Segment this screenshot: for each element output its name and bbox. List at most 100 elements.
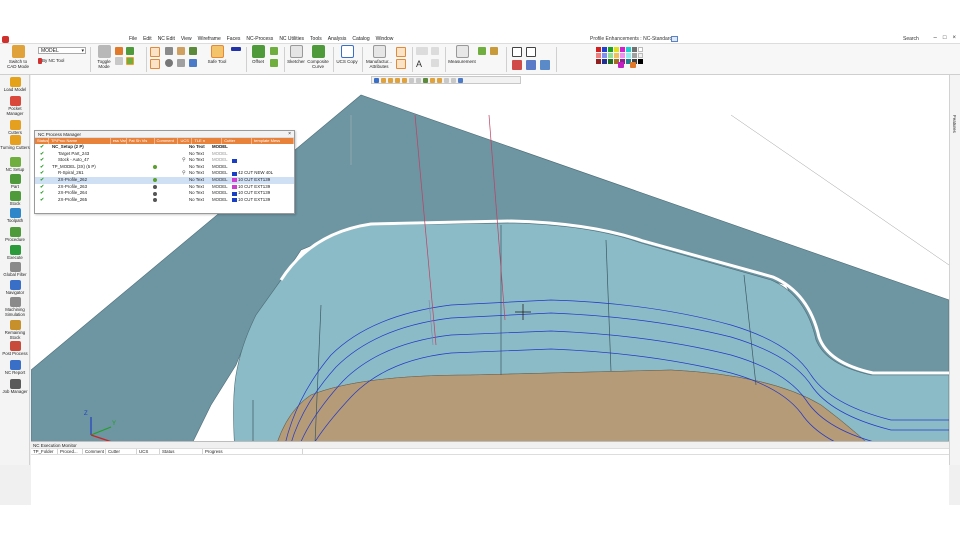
table-row[interactable]: ✔ Stock - Auto_47 ⚲ No Text MODEL	[35, 157, 294, 164]
frame-icon[interactable]	[150, 59, 160, 69]
view-fit-icon[interactable]	[416, 77, 421, 83]
analysis-icon[interactable]	[478, 47, 486, 55]
toolpath-button[interactable]: Toolpath	[0, 208, 30, 224]
minimize-button[interactable]: –	[934, 35, 937, 41]
table-row[interactable]: ✔ 2X-Profile_265 No Text MODEL 10 CUT EX…	[35, 197, 294, 204]
edit-icon[interactable]	[126, 47, 134, 55]
view-rotate-icon[interactable]	[374, 77, 379, 83]
manufacturing-attributes-button[interactable]: Manufactur... Attributes	[364, 45, 394, 69]
nc-process-manager-panel[interactable]: NC Process Manager × Status TP/Proc Name…	[34, 130, 295, 214]
view-wire-icon[interactable]	[451, 77, 456, 83]
switch-cad-mode-button[interactable]: Switch to CAD Mode	[4, 45, 32, 69]
column-header[interactable]: Cutter	[106, 449, 137, 454]
view-front-icon[interactable]	[381, 77, 386, 83]
view-display-icon[interactable]	[437, 77, 442, 83]
model-info-icon[interactable]	[490, 47, 498, 55]
view-top-icon[interactable]	[388, 77, 393, 83]
table-row-selected[interactable]: ✔ 2X-Profile_262 No Text MODEL 10 CUT EX…	[35, 176, 294, 184]
navigator-button[interactable]: Navigator	[0, 280, 30, 296]
model-select[interactable]: MODEL ▾	[38, 47, 86, 54]
menu-file[interactable]: File	[126, 36, 140, 42]
view-icon[interactable]	[512, 60, 522, 70]
info-icon[interactable]	[165, 59, 173, 67]
column-header[interactable]: Status	[160, 449, 203, 454]
column-header[interactable]: Proced...	[58, 449, 83, 454]
text-icon[interactable]: A	[416, 59, 426, 69]
nc-report-button[interactable]: NC Report	[0, 360, 30, 376]
job-manager-button[interactable]: Job Manager	[0, 379, 30, 395]
global-filter-button[interactable]: Global Filter	[0, 262, 30, 278]
maximize-button[interactable]: □	[943, 35, 947, 41]
filter-icon[interactable]	[115, 47, 123, 55]
attribute-filter-icon[interactable]	[396, 47, 406, 57]
composite-curve-button[interactable]: Composite Curve	[306, 45, 330, 69]
nc-execution-monitor-panel[interactable]: NC Execution Monitor TP_Folder Proced...…	[31, 441, 949, 505]
app-logo-icon[interactable]	[2, 35, 9, 43]
menu-view[interactable]: View	[178, 36, 195, 42]
sketcher-button[interactable]: Sketcher	[286, 45, 306, 64]
part-button[interactable]: Part	[0, 174, 30, 190]
attribute-edit-icon[interactable]	[396, 59, 406, 69]
menu-analysis[interactable]: Analysis	[325, 36, 350, 42]
view-hide-icon[interactable]	[444, 77, 449, 83]
machining-simulation-button[interactable]: Machining Simulation	[0, 297, 30, 317]
window-mode-icon[interactable]	[671, 36, 678, 42]
table-row[interactable]: ✔ R-Spiral_261 ⚲ No Text MODEL 42 CUT NE…	[35, 170, 294, 177]
current-color-icon[interactable]	[618, 62, 624, 68]
angle-dimension-icon[interactable]	[431, 47, 439, 55]
remaining-stock-button[interactable]: Remaining Stock	[0, 320, 30, 340]
load-model-button[interactable]: Load Model	[0, 77, 30, 93]
ucs-copy-button[interactable]: UCS Copy	[335, 45, 359, 64]
column-header[interactable]: Comment	[83, 449, 106, 454]
table-row[interactable]: ✔ TP_MODEL (3X) (5 P) No Text MODEL	[35, 164, 294, 171]
turning-cutters-button[interactable]: Turning Cutters	[0, 135, 30, 151]
color-icon[interactable]	[177, 59, 185, 67]
view-light-icon[interactable]	[430, 77, 435, 83]
view-shaded-icon[interactable]	[423, 77, 428, 83]
search-field[interactable]: Search	[903, 36, 919, 42]
view-section-icon[interactable]	[409, 77, 414, 83]
menu-nc-utilities[interactable]: NC Utilities	[276, 36, 307, 42]
menu-window[interactable]: Window	[373, 36, 397, 42]
zoom-icon[interactable]	[512, 47, 522, 57]
menu-edit[interactable]: Edit	[140, 36, 155, 42]
execute-button[interactable]: Execute	[0, 245, 30, 261]
color-palette[interactable]	[596, 47, 643, 72]
trim-icon[interactable]	[270, 47, 278, 55]
view-side-icon[interactable]	[395, 77, 400, 83]
close-icon[interactable]: ×	[288, 131, 291, 138]
menu-nc-edit[interactable]: NC Edit	[155, 36, 178, 42]
table-row[interactable]: ✔ Target Part_243 No Text MODEL	[35, 151, 294, 158]
by-nc-tool-option[interactable]: By NC Tool	[42, 58, 64, 63]
post-process-button[interactable]: Post Process	[0, 341, 30, 357]
shade-icon[interactable]	[189, 59, 197, 67]
menu-catalog[interactable]: Catalog	[349, 36, 372, 42]
table-row[interactable]: ✔ 2X-Profile_263 No Text MODEL 10 CUT EX…	[35, 184, 294, 191]
column-header[interactable]: TP_Folder	[31, 449, 58, 454]
column-header[interactable]: UCS	[137, 449, 160, 454]
safe-tool-button[interactable]: Safe Tool	[205, 45, 229, 64]
nc-setup-button[interactable]: NC Setup	[0, 157, 30, 173]
render-icon[interactable]	[189, 47, 197, 55]
toggle-mode-button[interactable]: Toggle Mode	[93, 45, 115, 69]
hide-icon[interactable]	[115, 57, 123, 65]
cutters-button[interactable]: Cutters	[0, 120, 30, 136]
zoom-all-icon[interactable]	[526, 47, 536, 57]
features-tab[interactable]: Features	[952, 115, 957, 133]
menu-wireframe[interactable]: Wireframe	[195, 36, 224, 42]
select-icon[interactable]	[150, 47, 160, 57]
offset-button[interactable]: Offset	[248, 45, 268, 64]
measurement-button[interactable]: Measurement	[448, 45, 476, 64]
pan-icon[interactable]	[540, 60, 550, 70]
view-iso-icon[interactable]	[402, 77, 407, 83]
dimension-icon[interactable]	[416, 47, 428, 55]
column-header[interactable]: Progress	[203, 449, 303, 454]
table-row[interactable]: ✔ 2X-Profile_264 No Text MODEL 10 CUT EX…	[35, 190, 294, 197]
extend-icon[interactable]	[270, 59, 278, 67]
secondary-color-icon[interactable]	[630, 62, 636, 68]
cube-icon[interactable]	[126, 57, 134, 65]
rotate-icon[interactable]	[526, 60, 536, 70]
view-options-icon[interactable]	[458, 77, 463, 83]
menu-nc-process[interactable]: NC-Process	[243, 36, 276, 42]
line-style-icon[interactable]	[231, 47, 241, 51]
